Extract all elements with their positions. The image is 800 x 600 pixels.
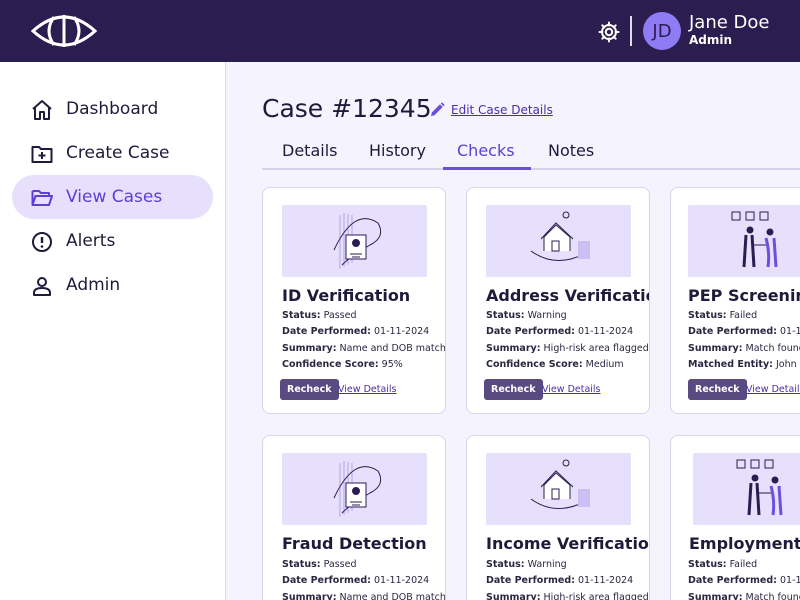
card-date: Date Performed: 01-11-2024 xyxy=(486,326,634,337)
alert-circle-icon xyxy=(32,232,52,252)
card-status: Status: Passed xyxy=(282,310,357,321)
card-status: Status: Failed xyxy=(688,310,758,321)
card-title: PEP Screening xyxy=(688,286,800,305)
card-matched-entity: Matched Entity: John Doe xyxy=(688,359,800,370)
card-date: Date Performed: 01-11-2024 xyxy=(282,326,430,337)
card-title: ID Verification xyxy=(282,286,411,305)
card-summary: Summary: High-risk area flagged xyxy=(486,592,649,600)
sidebar-item-label: Alerts xyxy=(66,231,116,251)
card-status: Status: Failed xyxy=(688,559,758,570)
user-role: Admin xyxy=(689,33,733,47)
handshake-illustration xyxy=(688,205,800,277)
folder-open-icon xyxy=(31,190,53,206)
card-title: Income Verification xyxy=(486,534,650,553)
card-date: Date Performed: 01-11-2024 xyxy=(486,575,634,586)
card-summary: Summary: High-risk area flagged xyxy=(486,343,649,354)
card-title: Employment Ch xyxy=(689,534,800,553)
check-card-address-verification: Address Verification Status: Warning Dat… xyxy=(466,187,650,414)
sidebar-item-admin[interactable]: Admin xyxy=(12,263,213,307)
card-date: Date Performed: 01-11-20 xyxy=(688,575,800,586)
user-icon xyxy=(33,277,51,296)
sidebar-item-label: Dashboard xyxy=(66,99,159,119)
house-illustration xyxy=(486,205,631,277)
check-card-income-verification: Income Verification Status: Warning Date… xyxy=(466,435,650,600)
tab-details[interactable]: Details xyxy=(282,141,337,160)
sidebar-item-label: Admin xyxy=(66,275,121,295)
tabs-baseline xyxy=(262,168,800,170)
tab-notes[interactable]: Notes xyxy=(548,141,594,160)
card-summary: Summary: Match found wi xyxy=(688,343,800,354)
view-details-link[interactable]: View Details xyxy=(542,384,601,395)
check-card-employment-check: Employment Ch Status: Failed Date Perfor… xyxy=(670,435,800,600)
active-tab-indicator xyxy=(443,167,531,170)
card-summary: Summary: Match found wi xyxy=(688,592,800,600)
card-date: Date Performed: 01-11-2024 xyxy=(282,575,430,586)
edit-case-link[interactable]: Edit Case Details xyxy=(451,103,553,117)
card-status: Status: Warning xyxy=(486,310,567,321)
recheck-button[interactable]: Recheck xyxy=(280,379,339,400)
sidebar-item-alerts[interactable]: Alerts xyxy=(12,219,213,263)
sidebar-item-label: View Cases xyxy=(66,187,163,207)
page-title: Case #12345 xyxy=(262,94,432,123)
gear-icon[interactable] xyxy=(597,20,621,44)
pencil-icon[interactable] xyxy=(428,101,446,119)
view-details-link[interactable]: View Details xyxy=(746,384,800,395)
tab-checks[interactable]: Checks xyxy=(457,141,515,160)
check-card-id-verification: ID Verification Status: Passed Date Perf… xyxy=(262,187,446,414)
sidebar-item-dashboard[interactable]: Dashboard xyxy=(12,87,213,131)
user-name: Jane Doe xyxy=(689,12,770,33)
sidebar-item-view-cases[interactable]: View Cases xyxy=(12,175,213,219)
avatar[interactable]: JD xyxy=(643,12,681,50)
sidebar-item-label: Create Case xyxy=(66,143,170,163)
house-illustration xyxy=(486,453,631,525)
sidebar-item-create-case[interactable]: Create Case xyxy=(12,131,213,175)
check-card-fraud-detection: Fraud Detection Status: Passed Date Perf… xyxy=(262,435,446,600)
id-card-illustration xyxy=(282,453,427,525)
card-status: Status: Passed xyxy=(282,559,357,570)
card-title: Fraud Detection xyxy=(282,534,427,553)
card-status: Status: Warning xyxy=(486,559,567,570)
tab-history[interactable]: History xyxy=(369,141,426,160)
card-confidence: Confidence Score: Medium xyxy=(486,359,624,370)
card-date: Date Performed: 01-11-20 xyxy=(688,326,800,337)
header-divider xyxy=(630,16,632,46)
card-title: Address Verification xyxy=(486,286,650,305)
recheck-button[interactable]: Recheck xyxy=(688,379,747,400)
check-card-pep-screening: PEP Screening Status: Failed Date Perfor… xyxy=(670,187,800,414)
handshake-illustration xyxy=(693,453,800,525)
home-icon xyxy=(32,100,52,120)
card-summary: Summary: Name and DOB match xyxy=(282,343,446,354)
eye-logo-icon[interactable] xyxy=(30,11,98,51)
sidebar: Dashboard Create Case View Cases Alerts … xyxy=(0,62,226,600)
top-bar: JD Jane Doe Admin xyxy=(0,0,800,62)
card-confidence: Confidence Score: 95% xyxy=(282,359,403,370)
id-card-illustration xyxy=(282,205,427,277)
view-details-link[interactable]: View Details xyxy=(338,384,397,395)
recheck-button[interactable]: Recheck xyxy=(484,379,543,400)
card-summary: Summary: Name and DOB match xyxy=(282,592,446,600)
folder-plus-icon xyxy=(31,146,53,163)
